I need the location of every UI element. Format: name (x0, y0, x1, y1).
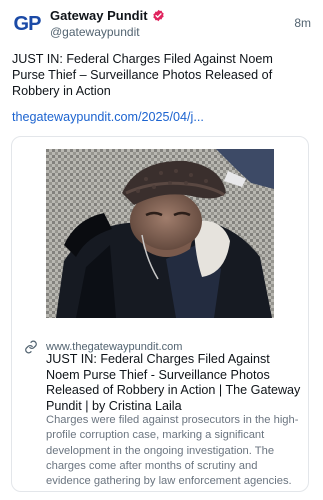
author-name-row: Gateway Pundit (50, 8, 165, 23)
author-handle[interactable]: @gatewaypundit (50, 25, 140, 39)
avatar-letter-g: G (13, 13, 30, 35)
link-icon (24, 340, 38, 354)
post[interactable]: GP Gateway Pundit @gatewaypundit 8m JUST… (0, 0, 323, 500)
surveillance-photo (46, 149, 274, 318)
author-display-name[interactable]: Gateway Pundit (50, 8, 148, 23)
avatar-letter-p: P (28, 13, 41, 35)
post-link[interactable]: thegatewaypundit.com/2025/04/j... (12, 110, 308, 124)
post-text: JUST IN: Federal Charges Filed Against N… (12, 52, 273, 98)
link-preview-card[interactable]: www.thegatewaypundit.com JUST IN: Federa… (11, 136, 309, 492)
avatar[interactable]: GP (12, 9, 42, 39)
post-timestamp[interactable]: 8m (294, 16, 311, 30)
card-description: Charges were filed against prosecutors i… (46, 414, 299, 488)
card-image[interactable] (46, 149, 274, 318)
card-title[interactable]: JUST IN: Federal Charges Filed Against N… (46, 352, 304, 414)
verified-badge-icon (152, 9, 165, 22)
